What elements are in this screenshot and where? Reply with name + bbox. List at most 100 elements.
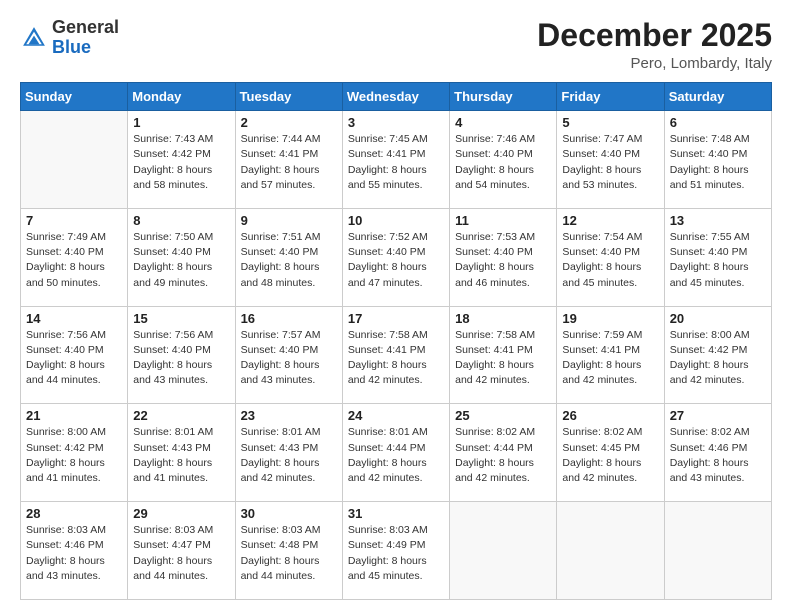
calendar-cell: 14 Sunrise: 7:56 AMSunset: 4:40 PMDayligh… (21, 306, 128, 404)
logo-icon (20, 24, 48, 52)
calendar-cell (557, 502, 664, 600)
day-info: Sunrise: 8:02 AMSunset: 4:44 PMDaylight:… (455, 425, 551, 486)
day-info: Sunrise: 8:01 AMSunset: 4:43 PMDaylight:… (133, 425, 229, 486)
day-number: 7 (26, 213, 122, 228)
logo: General Blue (20, 18, 119, 58)
calendar-cell: 29 Sunrise: 8:03 AMSunset: 4:47 PMDayligh… (128, 502, 235, 600)
day-number: 18 (455, 311, 551, 326)
day-info: Sunrise: 7:46 AMSunset: 4:40 PMDaylight:… (455, 132, 551, 193)
day-info: Sunrise: 7:57 AMSunset: 4:40 PMDaylight:… (241, 328, 337, 389)
day-info: Sunrise: 7:56 AMSunset: 4:40 PMDaylight:… (26, 328, 122, 389)
day-info: Sunrise: 7:54 AMSunset: 4:40 PMDaylight:… (562, 230, 658, 291)
calendar-cell: 27Sunrise: 8:02 AMSunset: 4:46 PMDayligh… (664, 404, 771, 502)
day-number: 26 (562, 408, 658, 423)
day-info: Sunrise: 7:52 AMSunset: 4:40 PMDaylight:… (348, 230, 444, 291)
day-number: 15 (133, 311, 229, 326)
weekday-header-row: SundayMondayTuesdayWednesdayThursdayFrid… (21, 83, 772, 111)
calendar-cell: 10 Sunrise: 7:52 AMSunset: 4:40 PMDayligh… (342, 208, 449, 306)
day-number: 16 (241, 311, 337, 326)
day-info: Sunrise: 7:49 AMSunset: 4:40 PMDaylight:… (26, 230, 122, 291)
weekday-header-tuesday: Tuesday (235, 83, 342, 111)
day-number: 25 (455, 408, 551, 423)
day-number: 30 (241, 506, 337, 521)
day-number: 10 (348, 213, 444, 228)
calendar-cell: 6 Sunrise: 7:48 AMSunset: 4:40 PMDaylight… (664, 111, 771, 209)
calendar-cell: 2Sunrise: 7:44 AMSunset: 4:41 PMDaylight… (235, 111, 342, 209)
calendar-cell: 1 Sunrise: 7:43 AMSunset: 4:42 PMDaylight… (128, 111, 235, 209)
day-info: Sunrise: 7:51 AMSunset: 4:40 PMDaylight:… (241, 230, 337, 291)
day-number: 24 (348, 408, 444, 423)
day-info: Sunrise: 7:58 AMSunset: 4:41 PMDaylight:… (455, 328, 551, 389)
calendar-cell: 17Sunrise: 7:58 AMSunset: 4:41 PMDayligh… (342, 306, 449, 404)
day-info: Sunrise: 8:03 AMSunset: 4:48 PMDaylight:… (241, 523, 337, 584)
calendar-table: SundayMondayTuesdayWednesdayThursdayFrid… (20, 82, 772, 600)
day-info: Sunrise: 7:43 AMSunset: 4:42 PMDaylight:… (133, 132, 229, 193)
day-info: Sunrise: 8:03 AMSunset: 4:49 PMDaylight:… (348, 523, 444, 584)
title-block: December 2025 Pero, Lombardy, Italy (537, 18, 772, 72)
day-info: Sunrise: 7:55 AMSunset: 4:40 PMDaylight:… (670, 230, 766, 291)
weekday-header-saturday: Saturday (664, 83, 771, 111)
calendar-cell: 12 Sunrise: 7:54 AMSunset: 4:40 PMDayligh… (557, 208, 664, 306)
weekday-header-thursday: Thursday (450, 83, 557, 111)
calendar-cell: 24 Sunrise: 8:01 AMSunset: 4:44 PMDayligh… (342, 404, 449, 502)
weekday-header-monday: Monday (128, 83, 235, 111)
calendar-cell: 4 Sunrise: 7:46 AMSunset: 4:40 PMDaylight… (450, 111, 557, 209)
day-info: Sunrise: 7:53 AMSunset: 4:40 PMDaylight:… (455, 230, 551, 291)
logo-general: General (52, 17, 119, 37)
day-number: 14 (26, 311, 122, 326)
day-number: 23 (241, 408, 337, 423)
calendar-cell: 28 Sunrise: 8:03 AMSunset: 4:46 PMDayligh… (21, 502, 128, 600)
day-info: Sunrise: 7:44 AMSunset: 4:41 PMDaylight:… (241, 132, 337, 193)
calendar-cell: 7 Sunrise: 7:49 AMSunset: 4:40 PMDaylight… (21, 208, 128, 306)
day-info: Sunrise: 8:03 AMSunset: 4:47 PMDaylight:… (133, 523, 229, 584)
calendar-cell: 23Sunrise: 8:01 AMSunset: 4:43 PMDayligh… (235, 404, 342, 502)
day-info: Sunrise: 7:50 AMSunset: 4:40 PMDaylight:… (133, 230, 229, 291)
calendar-cell: 30 Sunrise: 8:03 AMSunset: 4:48 PMDayligh… (235, 502, 342, 600)
day-number: 8 (133, 213, 229, 228)
day-number: 19 (562, 311, 658, 326)
day-info: Sunrise: 8:03 AMSunset: 4:46 PMDaylight:… (26, 523, 122, 584)
calendar-cell: 16 Sunrise: 7:57 AMSunset: 4:40 PMDayligh… (235, 306, 342, 404)
day-number: 29 (133, 506, 229, 521)
day-info: Sunrise: 7:59 AMSunset: 4:41 PMDaylight:… (562, 328, 658, 389)
day-number: 3 (348, 115, 444, 130)
calendar-cell: 13Sunrise: 7:55 AMSunset: 4:40 PMDayligh… (664, 208, 771, 306)
calendar-cell: 9 Sunrise: 7:51 AMSunset: 4:40 PMDaylight… (235, 208, 342, 306)
day-number: 28 (26, 506, 122, 521)
day-info: Sunrise: 8:02 AMSunset: 4:45 PMDaylight:… (562, 425, 658, 486)
day-number: 20 (670, 311, 766, 326)
calendar-cell: 19 Sunrise: 7:59 AMSunset: 4:41 PMDayligh… (557, 306, 664, 404)
calendar-cell: 11Sunrise: 7:53 AMSunset: 4:40 PMDayligh… (450, 208, 557, 306)
day-info: Sunrise: 7:48 AMSunset: 4:40 PMDaylight:… (670, 132, 766, 193)
weekday-header-wednesday: Wednesday (342, 83, 449, 111)
calendar-cell: 21Sunrise: 8:00 AMSunset: 4:42 PMDayligh… (21, 404, 128, 502)
calendar-cell: 3 Sunrise: 7:45 AMSunset: 4:41 PMDaylight… (342, 111, 449, 209)
day-number: 1 (133, 115, 229, 130)
calendar-week-row: 21Sunrise: 8:00 AMSunset: 4:42 PMDayligh… (21, 404, 772, 502)
day-number: 4 (455, 115, 551, 130)
location: Pero, Lombardy, Italy (537, 55, 772, 72)
calendar-cell: 31 Sunrise: 8:03 AMSunset: 4:49 PMDayligh… (342, 502, 449, 600)
weekday-header-friday: Friday (557, 83, 664, 111)
day-number: 6 (670, 115, 766, 130)
logo-text: General Blue (52, 18, 119, 58)
calendar-week-row: 28 Sunrise: 8:03 AMSunset: 4:46 PMDayligh… (21, 502, 772, 600)
day-number: 12 (562, 213, 658, 228)
calendar-cell (21, 111, 128, 209)
day-info: Sunrise: 8:02 AMSunset: 4:46 PMDaylight:… (670, 425, 766, 486)
day-number: 31 (348, 506, 444, 521)
day-info: Sunrise: 8:00 AMSunset: 4:42 PMDaylight:… (26, 425, 122, 486)
calendar-week-row: 14 Sunrise: 7:56 AMSunset: 4:40 PMDayligh… (21, 306, 772, 404)
day-number: 22 (133, 408, 229, 423)
day-info: Sunrise: 7:45 AMSunset: 4:41 PMDaylight:… (348, 132, 444, 193)
header: General Blue December 2025 Pero, Lombard… (20, 18, 772, 72)
calendar-cell: 8 Sunrise: 7:50 AMSunset: 4:40 PMDaylight… (128, 208, 235, 306)
day-info: Sunrise: 7:47 AMSunset: 4:40 PMDaylight:… (562, 132, 658, 193)
calendar-cell: 20Sunrise: 8:00 AMSunset: 4:42 PMDayligh… (664, 306, 771, 404)
page: General Blue December 2025 Pero, Lombard… (0, 0, 792, 612)
day-info: Sunrise: 8:01 AMSunset: 4:44 PMDaylight:… (348, 425, 444, 486)
calendar-cell: 5Sunrise: 7:47 AMSunset: 4:40 PMDaylight… (557, 111, 664, 209)
calendar-cell: 26 Sunrise: 8:02 AMSunset: 4:45 PMDayligh… (557, 404, 664, 502)
day-number: 9 (241, 213, 337, 228)
logo-blue: Blue (52, 37, 91, 57)
